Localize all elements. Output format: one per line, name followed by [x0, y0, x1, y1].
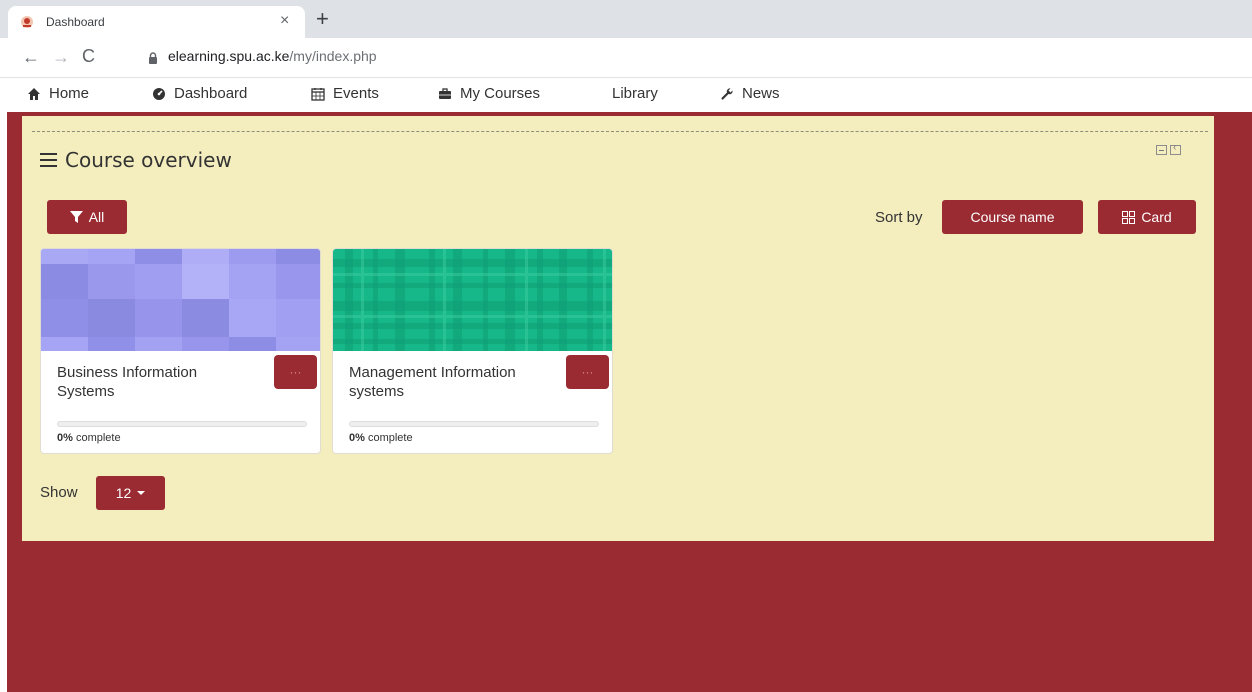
course-name-link[interactable]: Business Information Systems	[57, 363, 247, 401]
nav-item-dashboard[interactable]: Dashboard	[152, 85, 247, 102]
nav-item-label: News	[742, 85, 780, 102]
site-navbar: Home Dashboard Events My Courses Library…	[0, 78, 1252, 112]
back-arrow-icon[interactable]: ←	[22, 46, 40, 68]
course-actions-button[interactable]: ···	[274, 355, 317, 389]
progress-text: 0% complete	[57, 432, 121, 444]
dock-block-icon[interactable]	[1170, 142, 1181, 155]
show-label: Show	[40, 484, 78, 501]
nav-item-home[interactable]: Home	[27, 85, 89, 102]
new-tab-button[interactable]: +	[316, 8, 329, 30]
sort-button[interactable]: Course name	[942, 200, 1083, 234]
reload-icon[interactable]: C	[82, 45, 95, 67]
nav-item-label: Home	[49, 85, 90, 102]
block-header: Course overview	[40, 148, 232, 172]
tab-title: Dashboard	[46, 15, 105, 29]
browser-tabstrip: Dashboard × +	[0, 0, 1252, 38]
lock-icon[interactable]	[148, 52, 158, 64]
paging-size-value: 12	[115, 485, 132, 501]
course-card[interactable]: Business Information Systems ··· 0% comp…	[40, 248, 321, 454]
progress-percent: 0%	[349, 432, 365, 444]
course-image[interactable]	[41, 249, 321, 351]
course-name-link[interactable]: Management Information systems	[349, 363, 539, 401]
progress-text: 0% complete	[349, 432, 413, 444]
view-mode-value: Card	[1141, 209, 1172, 225]
collapse-block-icon[interactable]	[1156, 145, 1167, 155]
block-divider	[32, 131, 1208, 132]
view-mode-button[interactable]: Card	[1098, 200, 1196, 234]
block-controls	[1156, 142, 1181, 155]
course-actions-button[interactable]: ···	[566, 355, 609, 389]
dashboard-icon	[153, 87, 165, 100]
nav-item-label: Dashboard	[174, 85, 248, 102]
nav-item-my-courses[interactable]: My Courses	[438, 85, 540, 102]
nav-item-events[interactable]: Events	[311, 85, 379, 102]
filter-label: All	[88, 209, 105, 225]
sort-label: Sort by	[875, 209, 923, 226]
progress-bar	[349, 421, 599, 427]
course-card[interactable]: Management Information systems ··· 0% co…	[332, 248, 613, 454]
nav-item-label: My Courses	[460, 85, 541, 102]
url-host: elearning.spu.ac.ke	[168, 48, 290, 64]
nav-item-library[interactable]: Library	[612, 85, 658, 102]
course-image[interactable]	[333, 249, 613, 351]
nav-item-label: Library	[612, 85, 658, 102]
block-title: Course overview	[65, 148, 232, 172]
address-bar: ← → C elearning.spu.ac.ke/my/index.php	[0, 38, 1252, 78]
course-overview-block: Course overview All Sort by Course name …	[22, 116, 1214, 541]
progress-percent: 0%	[57, 432, 73, 444]
sort-value: Course name	[970, 209, 1055, 225]
filter-button[interactable]: All	[47, 200, 127, 234]
home-icon	[28, 87, 40, 100]
paging-size-button[interactable]: 12	[96, 476, 165, 510]
wrench-icon	[721, 87, 733, 100]
url-field[interactable]: elearning.spu.ac.ke/my/index.php	[168, 48, 377, 64]
hamburger-icon	[40, 153, 57, 167]
caret-down-icon	[137, 491, 146, 495]
progress-bar	[57, 421, 307, 427]
progress-label: complete	[75, 432, 121, 444]
url-path: /my/index.php	[289, 48, 377, 64]
forward-arrow-icon[interactable]: →	[52, 46, 70, 68]
nav-item-label: Events	[333, 85, 379, 102]
site-favicon-icon	[21, 16, 33, 28]
browser-tab[interactable]: Dashboard ×	[8, 6, 305, 38]
filter-icon	[69, 211, 83, 223]
tab-close-icon[interactable]: ×	[280, 12, 289, 30]
nav-item-news[interactable]: News	[720, 85, 780, 102]
grid-icon	[1122, 210, 1136, 224]
progress-label: complete	[367, 432, 413, 444]
briefcase-icon	[439, 87, 451, 99]
calendar-icon	[311, 87, 325, 101]
